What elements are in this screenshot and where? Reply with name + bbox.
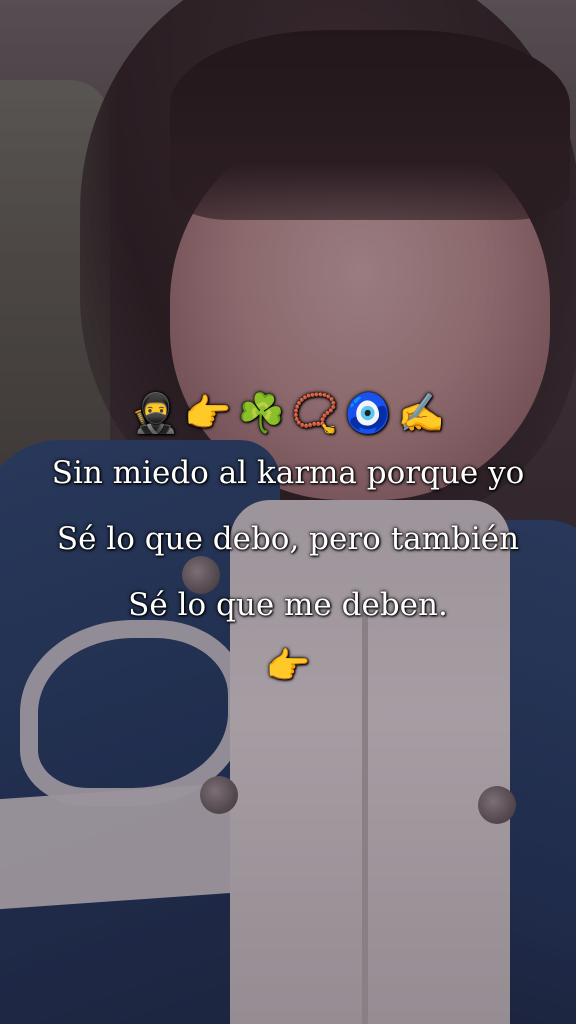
prayer-beads-icon: 📿 bbox=[291, 391, 339, 435]
caption-line-2: Sé lo que debo, pero también bbox=[56, 521, 520, 557]
ninja-emoji-icon: 🥷 bbox=[131, 391, 179, 435]
story-frame: 🥷 👉 ☘️ 📿 🧿 ✍️ Sin miedo al karma porque … bbox=[0, 0, 576, 1024]
pointing-hand-icon: 👉 bbox=[184, 391, 232, 435]
caption-line-3: Sé lo que me deben. bbox=[128, 587, 448, 623]
caption-line-1: Sin miedo al karma porque yo bbox=[51, 455, 525, 491]
writing-hand-icon: ✍️ bbox=[397, 391, 445, 435]
emoji-row: 🥷 👉 ☘️ 📿 🧿 ✍️ bbox=[0, 388, 576, 440]
caption-overlay: 🥷 👉 ☘️ 📿 🧿 ✍️ Sin miedo al karma porque … bbox=[0, 388, 576, 696]
evil-eye-icon: 🧿 bbox=[344, 391, 392, 435]
shamrock-icon: ☘️ bbox=[237, 391, 285, 435]
pointing-hand-icon: 👉 bbox=[265, 646, 311, 687]
